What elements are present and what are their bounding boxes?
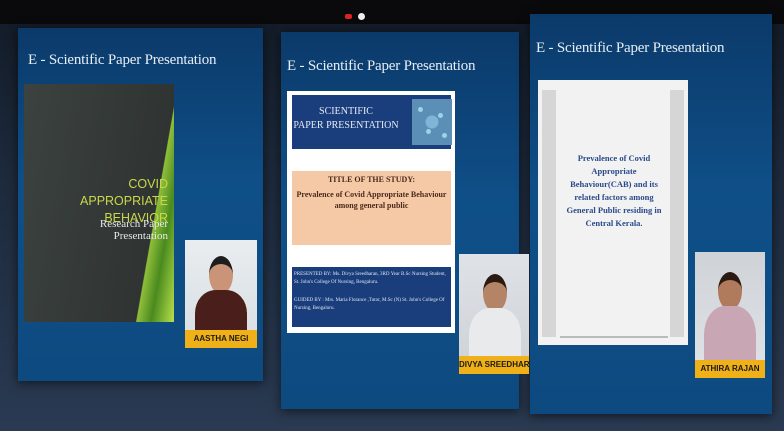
participant-name: DIVYA SREEDHARAN [459, 356, 529, 374]
doc-margin-right [670, 90, 684, 337]
participant-name: ATHIRA RAJAN [695, 360, 765, 378]
participant-avatar [718, 272, 742, 310]
slide-title: E - Scientific Paper Presentation [28, 52, 217, 68]
slide-subtitle: Research Paper Presentation [99, 218, 168, 242]
participant-avatar [483, 274, 507, 312]
doc-text: Prevalence of Covid Appropriate Behaviou… [566, 153, 662, 228]
doc-footer-line [560, 336, 668, 338]
study-title-box: TITLE OF THE STUDY: Prevalence of Covid … [292, 171, 451, 245]
presented-by: PRESENTED BY: Ms. Divya Sreedharan, 3RD … [294, 272, 446, 285]
banner-line-2: PAPER PRESENTATION [293, 120, 399, 131]
presenter-box: PRESENTED BY: Ms. Divya Sreedharan, 3RD … [292, 267, 451, 327]
slide-title: E - Scientific Paper Presentation [536, 40, 725, 56]
study-label: TITLE OF THE STUDY: [327, 175, 416, 184]
video-tile-divya[interactable]: DIVYA SREEDHARAN [459, 254, 529, 374]
banner-title: SCIENTIFIC PAPER PRESENTATION [292, 105, 400, 133]
slide-document: SCIENTIFIC PAPER PRESENTATION TITLE OF T… [287, 91, 455, 333]
video-tile-aastha[interactable]: AASTHA NEGI [185, 240, 257, 348]
slide-document: Prevalence of Covid Appropriate Behaviou… [538, 80, 688, 345]
record-indicator-icon [345, 14, 352, 19]
doc-banner: SCIENTIFIC PAPER PRESENTATION [292, 95, 452, 149]
video-tile-athira[interactable]: ATHIRA RAJAN [695, 252, 765, 378]
status-dot-icon [358, 13, 365, 20]
doc-margin-left [542, 90, 556, 337]
heading-line-1: COVID APPROPRIATE [80, 177, 168, 208]
guided-by: GUIDED BY : Mrs. Maria Florance ,Tutor, … [294, 298, 445, 311]
study-title: Prevalence of Covid Appropriate Behaviou… [296, 190, 447, 210]
slide-title: E - Scientific Paper Presentation [287, 58, 476, 74]
participant-avatar [209, 256, 233, 294]
title-slide-image: COVID APPROPRIATE BEHAVIOR Research Pape… [24, 84, 174, 322]
virus-image-icon [412, 99, 452, 145]
participant-name: AASTHA NEGI [185, 330, 257, 348]
banner-line-1: SCIENTIFIC [319, 106, 373, 117]
